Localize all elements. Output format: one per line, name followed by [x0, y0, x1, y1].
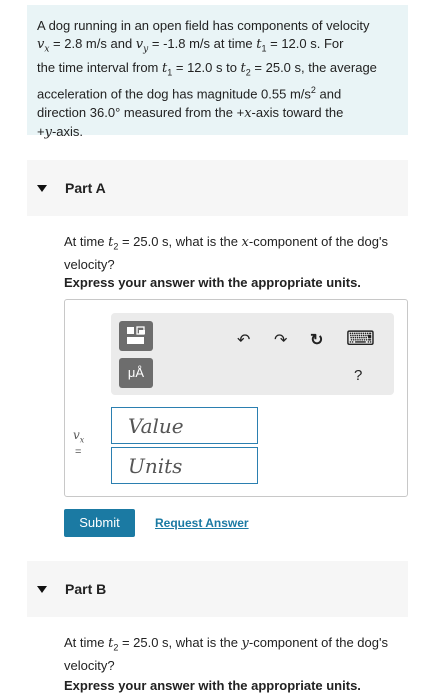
part-a-question: At time t2 = 25.0 s, what is the x-compo… [64, 234, 388, 272]
part-a-instruction: Express your answer with the appropriate… [64, 275, 361, 290]
undo-icon[interactable]: ↶ [237, 333, 250, 349]
part-b-instruction: Express your answer with the appropriate… [64, 678, 361, 693]
collapse-triangle-icon [37, 184, 47, 192]
units-input[interactable] [112, 448, 257, 483]
part-b-question: At time t2 = 25.0 s, what is the y-compo… [64, 635, 388, 673]
value-field[interactable] [111, 407, 258, 444]
templates-button[interactable] [119, 321, 153, 351]
units-field[interactable] [111, 447, 258, 484]
problem-line-4: acceleration of the dog has magnitude 0.… [37, 85, 342, 102]
part-a-title: Part A [65, 180, 106, 196]
request-answer-link[interactable]: Request Answer [155, 516, 249, 530]
problem-line-2: vx = 2.8 m/s and vy = -1.8 m/s at time t… [37, 36, 344, 55]
templates-icon [127, 326, 145, 344]
equals-sign: = [75, 446, 82, 458]
part-a-header[interactable]: Part A [27, 160, 408, 216]
help-icon[interactable]: ? [354, 368, 362, 384]
submit-button[interactable]: Submit [64, 509, 135, 537]
part-b-header[interactable]: Part B [27, 561, 408, 617]
problem-line-6: +y-axis. [37, 123, 84, 140]
answer-box: μÅ ↶ ↷ ↻ ⌨ ? vx = [64, 299, 408, 497]
problem-line-5: direction 36.0° measured from the +x-axi… [37, 104, 344, 121]
value-input[interactable] [112, 408, 257, 443]
part-b-title: Part B [65, 581, 107, 597]
problem-statement: A dog running in an open field has compo… [27, 5, 408, 140]
problem-line-1: A dog running in an open field has compo… [37, 18, 370, 33]
problem-line-3: the time interval from t1 = 12.0 s to t2… [37, 59, 377, 78]
collapse-triangle-icon [37, 585, 47, 593]
reset-icon[interactable]: ↻ [310, 333, 323, 349]
units-button[interactable]: μÅ [119, 358, 153, 388]
variable-label: vx [73, 428, 85, 445]
math-toolbar: μÅ ↶ ↷ ↻ ⌨ ? [111, 313, 394, 395]
keyboard-icon[interactable]: ⌨ [346, 329, 375, 349]
redo-icon[interactable]: ↷ [274, 333, 287, 349]
